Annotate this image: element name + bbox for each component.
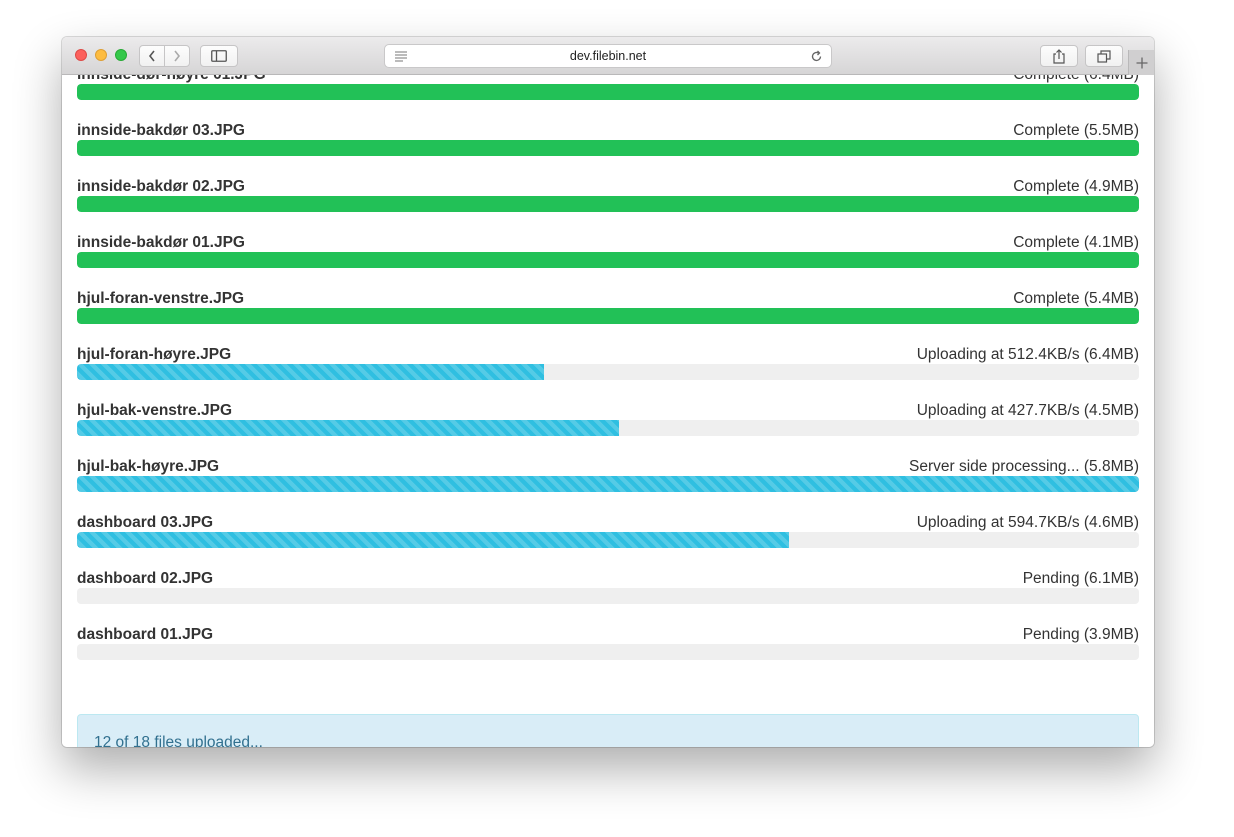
progress-bar xyxy=(77,196,1139,212)
progress-bar xyxy=(77,644,1139,660)
file-status: Pending (3.9MB) xyxy=(1022,626,1139,643)
file-status: Complete (4.1MB) xyxy=(1013,234,1139,251)
file-status: Complete (4.9MB) xyxy=(1013,178,1139,195)
progress-bar-fill xyxy=(77,252,1139,268)
url-text[interactable]: dev.filebin.net xyxy=(385,49,831,63)
upload-summary-text: 12 of 18 files uploaded... xyxy=(94,734,263,747)
file-name: hjul-foran-høyre.JPG xyxy=(77,346,232,363)
back-button[interactable] xyxy=(139,45,165,67)
progress-bar-fill xyxy=(77,476,1139,492)
file-status: Uploading at 594.7KB/s (4.6MB) xyxy=(916,514,1139,531)
new-tab-button[interactable] xyxy=(1128,50,1154,75)
sidebar-toggle-button[interactable] xyxy=(200,45,238,67)
reload-icon[interactable] xyxy=(810,50,823,63)
file-row: innside-bakdør 02.JPG Complete (4.9MB) xyxy=(77,169,1139,225)
file-row: hjul-bak-venstre.JPG Uploading at 427.7KB… xyxy=(77,393,1139,449)
file-status: Complete (5.5MB) xyxy=(1013,122,1139,139)
file-row: innside-dør-høyre 01.JPG Complete (6.4MB) xyxy=(77,75,1139,113)
upload-summary-alert: 12 of 18 files uploaded... xyxy=(77,714,1139,747)
sidebar-icon xyxy=(211,50,227,62)
file-row: hjul-foran-høyre.JPG Uploading at 512.4KB… xyxy=(77,337,1139,393)
file-row: hjul-foran-venstre.JPG Complete (5.4MB) xyxy=(77,281,1139,337)
file-status: Server side processing... (5.8MB) xyxy=(908,458,1139,475)
progress-bar xyxy=(77,364,1139,380)
file-row: dashboard 02.JPG Pending (6.1MB) xyxy=(77,561,1139,617)
file-row: innside-bakdør 01.JPG Complete (4.1MB) xyxy=(77,225,1139,281)
file-status: Uploading at 427.7KB/s (4.5MB) xyxy=(916,402,1139,419)
file-row: dashboard 01.JPG Pending (3.9MB) xyxy=(77,617,1139,673)
progress-bar xyxy=(77,588,1139,604)
chevron-right-icon xyxy=(174,50,181,62)
progress-bar xyxy=(77,84,1139,100)
page-content: innside-dør-høyre 01.JPG Complete (6.4MB)… xyxy=(62,75,1154,747)
file-name: innside-dør-høyre 01.JPG xyxy=(77,75,266,84)
file-status: Pending (6.1MB) xyxy=(1022,570,1139,587)
share-button[interactable] xyxy=(1040,45,1078,67)
file-name: innside-bakdør 03.JPG xyxy=(77,122,245,139)
show-tabs-button[interactable] xyxy=(1085,45,1123,67)
file-name: dashboard 01.JPG xyxy=(77,626,214,643)
close-window-button[interactable] xyxy=(75,49,87,61)
progress-bar-fill xyxy=(77,308,1139,324)
file-name: dashboard 02.JPG xyxy=(77,570,214,587)
file-name: hjul-foran-venstre.JPG xyxy=(77,290,245,307)
share-icon xyxy=(1053,48,1065,64)
progress-bar xyxy=(77,476,1139,492)
file-status: Complete (6.4MB) xyxy=(1013,75,1139,84)
zoom-window-button[interactable] xyxy=(115,49,127,61)
tabs-overview-icon xyxy=(1097,49,1111,63)
browser-window: dev.filebin.net innside-bakdør 03.JPG Co… xyxy=(62,37,1154,747)
file-name: hjul-bak-venstre.JPG xyxy=(77,402,233,419)
upload-file-list: innside-dør-høyre 01.JPG Complete (6.4MB)… xyxy=(77,75,1139,673)
progress-bar-fill xyxy=(77,532,789,548)
progress-bar-fill xyxy=(77,420,619,436)
progress-bar xyxy=(77,252,1139,268)
progress-bar xyxy=(77,532,1139,548)
progress-bar-fill xyxy=(77,84,1139,100)
progress-bar-fill xyxy=(77,196,1139,212)
browser-toolbar: dev.filebin.net xyxy=(62,37,1154,75)
progress-bar xyxy=(77,308,1139,324)
file-name: hjul-bak-høyre.JPG xyxy=(77,458,220,475)
progress-bar-fill xyxy=(77,140,1139,156)
file-row: innside-bakdør 03.JPG Complete (5.5MB) xyxy=(77,113,1139,169)
plus-icon xyxy=(1136,57,1147,68)
file-name: innside-bakdør 01.JPG xyxy=(77,234,245,251)
progress-bar xyxy=(77,420,1139,436)
file-name: innside-bakdør 02.JPG xyxy=(77,178,245,195)
file-name: dashboard 03.JPG xyxy=(77,514,214,531)
file-row: hjul-bak-høyre.JPG Server side processing… xyxy=(77,449,1139,505)
file-row: dashboard 03.JPG Uploading at 594.7KB/s (… xyxy=(77,505,1139,561)
file-status: Uploading at 512.4KB/s (6.4MB) xyxy=(916,346,1139,363)
progress-bar-fill xyxy=(77,364,545,380)
minimize-window-button[interactable] xyxy=(95,49,107,61)
progress-bar xyxy=(77,140,1139,156)
address-bar[interactable]: dev.filebin.net xyxy=(384,44,832,68)
forward-button[interactable] xyxy=(164,45,190,67)
file-status: Complete (5.4MB) xyxy=(1013,290,1139,307)
chevron-left-icon xyxy=(148,50,155,62)
